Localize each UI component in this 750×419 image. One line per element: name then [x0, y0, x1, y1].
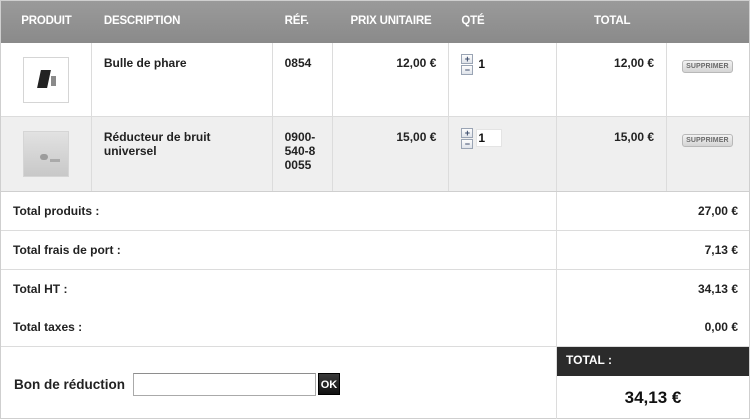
- summary-row-taxes: Total taxes : 0,00 €: [1, 308, 749, 347]
- item-ref: 0900-540-80055: [273, 117, 333, 191]
- qty-minus-button[interactable]: −: [461, 65, 474, 75]
- item-unit-price: 12,00 €: [333, 43, 450, 116]
- col-header-actions: [667, 1, 749, 43]
- delete-button[interactable]: SUPPRIMER: [682, 60, 733, 73]
- voucher-label: Bon de réduction: [14, 376, 125, 392]
- table-header: PRODUIT DESCRIPTION RÉF. PRIX UNITAIRE Q…: [1, 1, 749, 43]
- summary-label: Total produits :: [1, 192, 557, 230]
- summary-label: Total taxes :: [1, 308, 557, 346]
- cart-footer: Bon de réduction OK TOTAL : 34,13 €: [1, 347, 749, 419]
- item-qty-cell: + −: [449, 117, 558, 191]
- item-unit-price: 15,00 €: [333, 117, 450, 191]
- item-description[interactable]: Réducteur de bruit universel: [92, 117, 273, 191]
- grand-total-box: TOTAL : 34,13 €: [557, 347, 749, 419]
- delete-button[interactable]: SUPPRIMER: [682, 134, 733, 147]
- col-header-qty: QTÉ: [461, 15, 485, 27]
- qty-plus-button[interactable]: +: [461, 128, 474, 138]
- summary-row-ht: Total HT : 34,13 €: [1, 270, 749, 309]
- cart-table: PRODUIT DESCRIPTION RÉF. PRIX UNITAIRE Q…: [0, 0, 750, 419]
- item-actions: SUPPRIMER: [667, 117, 749, 191]
- summary-row-shipping: Total frais de port : 7,13 €: [1, 231, 749, 270]
- voucher-input[interactable]: [133, 372, 316, 396]
- summary-value: 34,13 €: [697, 282, 738, 296]
- item-total: 15,00 €: [557, 117, 668, 191]
- col-header-description: DESCRIPTION: [103, 15, 181, 27]
- quantity-stepper: + −: [461, 54, 556, 75]
- summary-value: 27,00 €: [697, 204, 738, 218]
- voucher-section: Bon de réduction OK: [1, 347, 557, 419]
- grand-total-label: TOTAL :: [557, 347, 749, 376]
- col-header-unit-price: PRIX UNITAIRE: [350, 15, 432, 27]
- quantity-stepper: + −: [461, 128, 556, 149]
- qty-plus-button[interactable]: +: [461, 54, 474, 64]
- item-ref: 0854: [273, 43, 333, 116]
- qty-buttons: + −: [461, 128, 474, 149]
- summary-value: 7,13 €: [704, 243, 738, 257]
- item-qty-cell: + −: [449, 43, 558, 116]
- summary-row-products: Total produits : 27,00 €: [1, 192, 749, 231]
- item-description[interactable]: Bulle de phare: [92, 43, 273, 116]
- summary-label: Total HT :: [1, 270, 557, 308]
- table-row: Réducteur de bruit universel 0900-540-80…: [1, 117, 749, 192]
- col-header-total: TOTAL: [594, 15, 631, 27]
- qty-input[interactable]: [476, 55, 503, 73]
- product-thumbnail[interactable]: [22, 131, 69, 177]
- item-actions: SUPPRIMER: [667, 43, 749, 116]
- qty-input[interactable]: [476, 129, 503, 147]
- product-thumbnail[interactable]: [22, 56, 69, 103]
- product-thumbnail-cell: [1, 43, 92, 116]
- qty-minus-button[interactable]: −: [461, 139, 474, 149]
- col-header-ref: RÉF.: [284, 15, 309, 27]
- grand-total-value: 34,13 €: [624, 388, 682, 407]
- summary-label: Total frais de port :: [1, 231, 557, 269]
- qty-buttons: + −: [461, 54, 474, 75]
- voucher-ok-button[interactable]: OK: [318, 373, 340, 395]
- product-thumbnail-cell: [1, 117, 92, 191]
- table-row: Bulle de phare 0854 12,00 € + − 12,00 € …: [1, 43, 749, 117]
- col-header-product: PRODUIT: [21, 15, 72, 27]
- item-total: 12,00 €: [557, 43, 668, 116]
- summary-value: 0,00 €: [704, 320, 738, 334]
